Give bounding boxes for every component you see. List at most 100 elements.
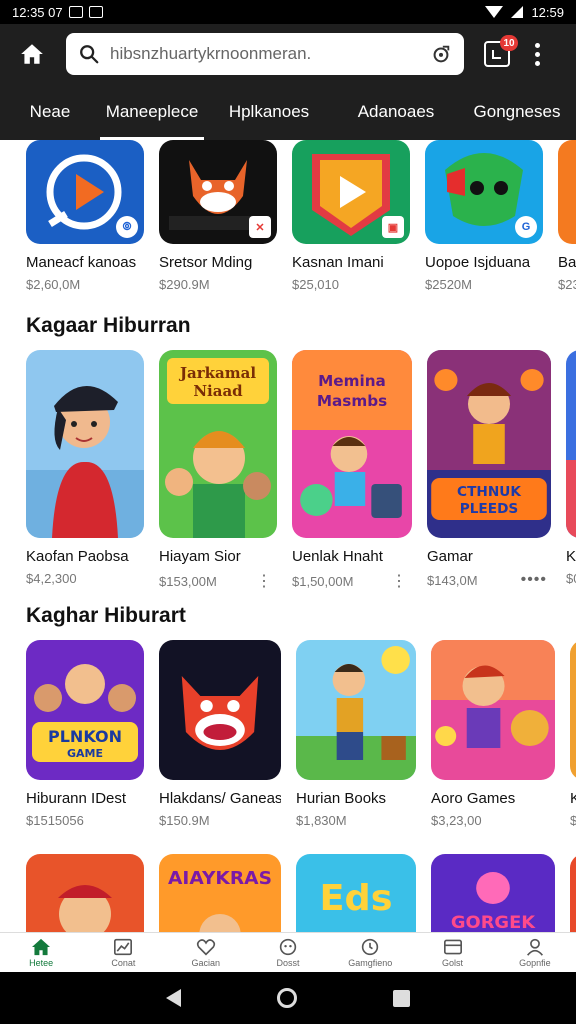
lens-icon[interactable] bbox=[430, 43, 452, 65]
category-tabs: Neae Maneeplece Hplkanoes Adanoaes Gongn… bbox=[0, 84, 576, 140]
game-card[interactable] bbox=[26, 854, 144, 932]
nav-label: Golst bbox=[442, 957, 464, 968]
app-price-text: $23,0M bbox=[558, 277, 576, 292]
svg-text:Masmbs: Masmbs bbox=[317, 392, 387, 410]
game-card[interactable]: Aoro Games $3,23,00 bbox=[431, 640, 555, 828]
tab-marketplace[interactable]: Maneeplece bbox=[100, 84, 204, 140]
partial-art bbox=[570, 854, 576, 932]
game-card[interactable]: Hlakdans/ Ganeas $150.9M bbox=[159, 640, 281, 828]
game-card[interactable]: Kaofan Paobsa $4,2,300 bbox=[26, 350, 144, 591]
game-price-text: $0 bbox=[566, 571, 576, 586]
app-price: $25,010 bbox=[292, 277, 410, 292]
section-title: Kagaar Hiburran bbox=[26, 314, 191, 337]
game-card[interactable]: Eds bbox=[296, 854, 416, 932]
game-card[interactable] bbox=[570, 854, 576, 932]
play-shield-icon: ▣ bbox=[292, 140, 410, 244]
game-card-row: AIAYKRAS Eds GORGEK bbox=[26, 854, 576, 932]
more-dot-icon bbox=[534, 51, 540, 57]
nav-home[interactable]: Hetee bbox=[0, 933, 82, 972]
app-card[interactable]: Bantan b $23,0M bbox=[558, 140, 576, 292]
app-badge-icon: ⦾ bbox=[116, 216, 138, 238]
game-price: $3,23,00 bbox=[431, 813, 555, 828]
game-card[interactable]: Kc $ bbox=[570, 640, 576, 828]
game-price-text: $150.9M bbox=[159, 813, 210, 828]
nav-chart[interactable]: Conat bbox=[82, 933, 164, 972]
game-card-row: PLNKON GAME Hiburann IDest $1515056 Hlak… bbox=[26, 640, 576, 828]
game-card[interactable]: GORGEK bbox=[431, 854, 555, 932]
top-app-bar: hibsnzhuartykrnoonmeran. 10 bbox=[0, 24, 576, 84]
game-card[interactable]: PLNKON GAME Hiburann IDest $1515056 bbox=[26, 640, 144, 828]
app-price: $2,60,0M bbox=[26, 277, 144, 292]
app-price-text: $2,60,0M bbox=[26, 277, 81, 292]
play-chat-icon: ⦾ bbox=[26, 140, 144, 244]
more-options-button[interactable] bbox=[532, 42, 542, 66]
aiaykras-art: AIAYKRAS bbox=[159, 854, 281, 932]
nav-label: Conat bbox=[111, 957, 136, 968]
orange-letter-icon bbox=[558, 140, 576, 244]
svg-text:Memina: Memina bbox=[318, 372, 386, 390]
game-price-text: $4,2,300 bbox=[26, 571, 77, 586]
game-price: $1515056 bbox=[26, 813, 144, 828]
app-title: Uopoe Isjduana bbox=[425, 254, 531, 271]
nav-history[interactable]: Gamgfieno bbox=[329, 933, 411, 972]
meminb-art: Memina Masmbs bbox=[292, 350, 412, 538]
svg-text:Eds: Eds bbox=[320, 876, 393, 919]
notifications-button[interactable]: 10 bbox=[484, 35, 518, 67]
home-button[interactable] bbox=[12, 34, 52, 74]
nav-favorites[interactable]: Gacian bbox=[165, 933, 247, 972]
recents-icon[interactable] bbox=[393, 989, 410, 1007]
app-title: Sretsor Mding bbox=[159, 254, 253, 271]
partial-art bbox=[570, 640, 576, 780]
home-icon bbox=[32, 938, 51, 955]
game-card[interactable]: CTHNUK PLEEDS Gamar $143,0M •••• bbox=[427, 350, 551, 591]
nav-games[interactable]: Dosst bbox=[247, 933, 329, 972]
green-bird-icon: G bbox=[425, 140, 543, 244]
game-card[interactable]: Jarkamal Niaad Hiayam Sior $153,00M ⋮ bbox=[159, 350, 277, 591]
game-card[interactable]: Memina Masmbs Uenlak Hnaht $1,50,00M ⋮ bbox=[292, 350, 412, 591]
status-time-right: 12:59 bbox=[531, 4, 564, 20]
game-card[interactable]: AIAYKRAS bbox=[159, 854, 281, 932]
app-card[interactable]: ▣ Kasnan Imani $25,010 bbox=[292, 140, 410, 292]
image-icon bbox=[88, 6, 103, 18]
more-dot-icon bbox=[534, 60, 540, 66]
game-price: $ bbox=[570, 813, 576, 828]
card-menu-icon[interactable]: •••• bbox=[521, 571, 547, 589]
game-price: $143,0M •••• bbox=[427, 571, 551, 589]
nav-profile[interactable]: Gopnfie bbox=[494, 933, 576, 972]
game-price-text: $1515056 bbox=[26, 813, 84, 828]
app-card[interactable]: G Uopoe Isjduana $2520M bbox=[425, 140, 543, 292]
card-menu-icon[interactable]: ⋮ bbox=[256, 571, 273, 591]
home-circle-icon[interactable] bbox=[277, 988, 297, 1008]
game-price-text: $153,00M bbox=[159, 573, 217, 589]
game-title: Hurian Books bbox=[296, 790, 387, 807]
game-price-text: $1,830M bbox=[296, 813, 347, 828]
app-price: $2520M bbox=[425, 277, 543, 292]
back-icon[interactable] bbox=[166, 989, 181, 1007]
nav-label: Gamgfieno bbox=[348, 957, 393, 968]
main-content[interactable]: ⦾ Maneacf kanoas $2,60,0M ✕ Sretsor Mdin… bbox=[0, 140, 576, 932]
tab-applications[interactable]: Hplkanoes bbox=[204, 84, 334, 140]
status-time: 12:35 07 bbox=[12, 4, 63, 20]
more-dot-icon bbox=[534, 42, 540, 48]
explorer-boy-art bbox=[296, 640, 416, 780]
nav-library[interactable]: Golst bbox=[411, 933, 493, 972]
game-price-text: $1,50,00M bbox=[292, 573, 354, 589]
tab-games[interactable]: Gongneses bbox=[458, 84, 576, 140]
game-title: Hiayam Sior bbox=[159, 548, 241, 565]
game-card-row: Kaofan Paobsa $4,2,300 Jarkamal Niaad Hi… bbox=[26, 350, 576, 591]
tab-home[interactable]: Neae bbox=[0, 84, 100, 140]
game-card[interactable]: Ka $0 bbox=[566, 350, 576, 591]
game-card[interactable]: Hurian Books $1,830M bbox=[296, 640, 416, 828]
game-price-text: $ bbox=[570, 813, 576, 828]
controller-icon bbox=[279, 938, 297, 955]
nav-label: Gopnfie bbox=[519, 957, 551, 968]
app-card[interactable]: ✕ Sretsor Mding $290.9M bbox=[159, 140, 277, 292]
tab-advances[interactable]: Adanoaes bbox=[334, 84, 458, 140]
card-menu-icon[interactable]: ⋮ bbox=[391, 571, 408, 591]
search-input[interactable]: hibsnzhuartykrnoonmeran. bbox=[66, 33, 464, 75]
robot-hero-art bbox=[26, 854, 144, 932]
app-title: Kasnan Imani bbox=[292, 254, 384, 271]
inbox-icon bbox=[492, 50, 501, 59]
app-card[interactable]: ⦾ Maneacf kanoas $2,60,0M bbox=[26, 140, 144, 292]
svg-text:GORGEK: GORGEK bbox=[451, 913, 537, 932]
